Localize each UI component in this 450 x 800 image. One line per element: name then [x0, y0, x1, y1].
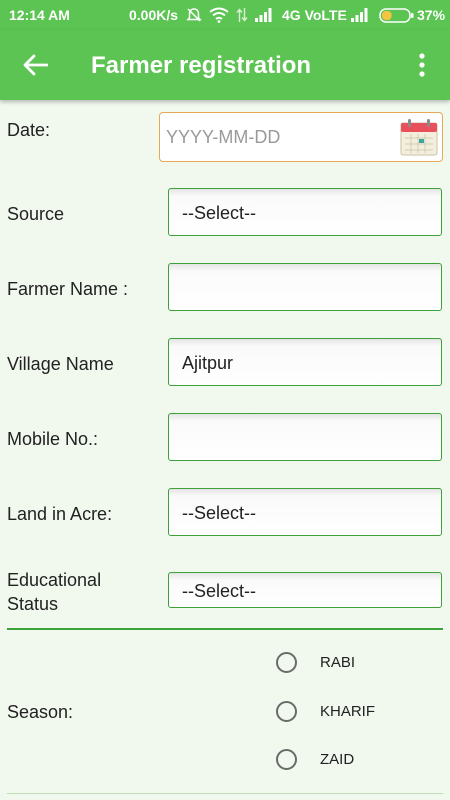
radio-circle[interactable]: [276, 748, 297, 770]
back-arrow-icon[interactable]: [22, 54, 48, 76]
calendar-icon[interactable]: [399, 117, 439, 157]
date-label: Date:: [7, 120, 51, 140]
farmer-name-input[interactable]: [168, 263, 442, 311]
status-speed: 0.00K/s: [129, 7, 179, 23]
date-field[interactable]: YYYY-MM-DD: [159, 112, 443, 162]
radio-label-kharif: KHARIF: [320, 702, 376, 720]
more-vert-icon[interactable]: [414, 52, 430, 78]
wifi-icon: [209, 7, 229, 23]
land-select[interactable]: --Select--: [168, 488, 442, 536]
village-name-label: Village Name: [7, 354, 114, 374]
radio-kharif[interactable]: KHARIF: [276, 696, 375, 726]
source-select[interactable]: --Select--: [168, 188, 442, 236]
signal-icon: [255, 8, 272, 22]
data-transfer-icon: [236, 8, 248, 22]
network-type: 4G VoLTE: [282, 7, 347, 23]
radio-zaid[interactable]: ZAID: [276, 744, 354, 774]
battery-icon: [379, 8, 414, 23]
signal-icon: [351, 8, 368, 22]
village-name-input[interactable]: Ajitpur: [168, 338, 442, 386]
status-bar: 12:14 AM 0.00K/s 4G VoLTE 37%: [0, 0, 450, 30]
education-select[interactable]: --Select--: [168, 572, 442, 608]
education-label-line2: Status: [7, 594, 59, 614]
battery-percent: 37%: [417, 7, 446, 23]
farmer-name-label: Farmer Name :: [7, 279, 129, 299]
mobile-label: Mobile No.:: [7, 429, 99, 449]
radio-label-rabi: RABI: [320, 653, 356, 671]
education-label-line1: Educational: [7, 570, 102, 590]
status-time: 12:14 AM: [9, 7, 70, 23]
mobile-input[interactable]: [168, 413, 442, 461]
status-icons: [186, 6, 275, 24]
bottom-divider: [7, 793, 443, 794]
app-bar: Farmer registration: [0, 30, 450, 100]
section-divider: [7, 628, 443, 630]
source-label: Source: [7, 204, 65, 224]
radio-circle[interactable]: [276, 651, 297, 673]
land-label: Land in Acre:: [7, 504, 113, 524]
radio-label-zaid: ZAID: [320, 750, 355, 768]
alarm-off-icon: [186, 8, 202, 22]
season-label: Season:: [7, 702, 74, 722]
page-title: Farmer registration: [91, 52, 312, 79]
date-placeholder: YYYY-MM-DD: [166, 127, 281, 147]
radio-rabi[interactable]: RABI: [276, 647, 355, 677]
radio-circle[interactable]: [276, 700, 297, 722]
